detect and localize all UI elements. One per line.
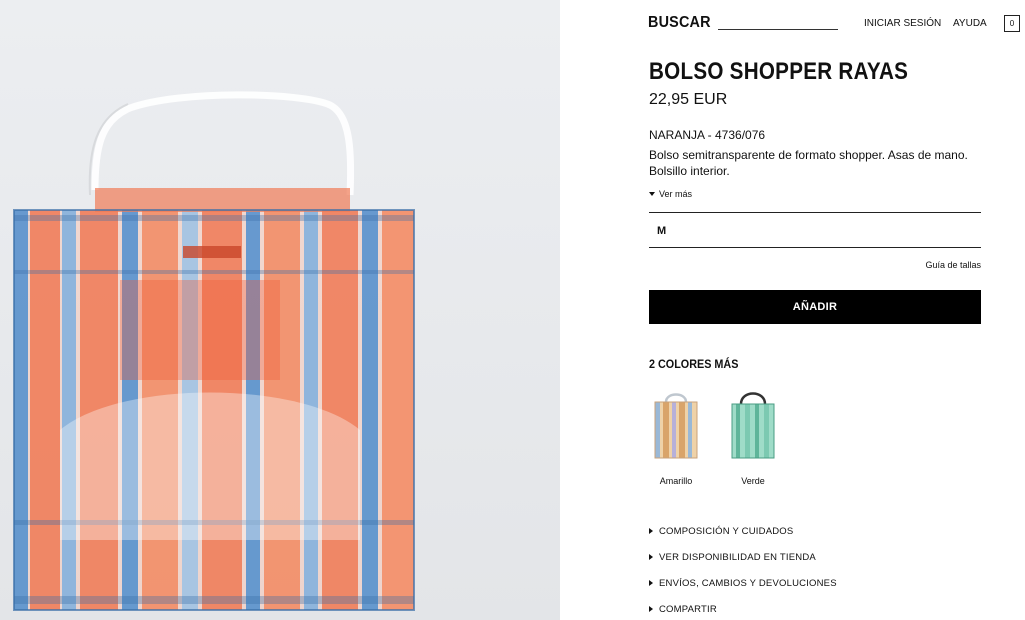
- caret-right-icon: [649, 554, 653, 560]
- amarillo-bag-thumbnail: [654, 393, 698, 459]
- search-button[interactable]: BUSCAR: [648, 14, 711, 32]
- color-label-verde: Verde: [741, 476, 765, 486]
- search-input[interactable]: [718, 29, 838, 30]
- accordion-label: VER DISPONIBILIDAD EN TIENDA: [659, 552, 816, 563]
- product-title: BOLSO SHOPPER RAYAS: [649, 58, 909, 85]
- color-swatch-amarillo[interactable]: Amarillo: [646, 388, 706, 486]
- product-color-reference: NARANJA - 4736/076: [649, 128, 766, 142]
- accordion-label: COMPARTIR: [659, 604, 717, 615]
- add-to-cart-button[interactable]: AÑADIR: [649, 290, 981, 324]
- product-description: Bolso semitransparente de formato shoppe…: [649, 148, 968, 178]
- product-detail-panel: BUSCAR INICIAR SESIÓN AYUDA 0 BOLSO SHOP…: [560, 0, 1025, 620]
- more-colors-heading: 2 COLORES MÁS: [649, 357, 739, 371]
- accordion-store-availability[interactable]: VER DISPONIBILIDAD EN TIENDA: [649, 552, 816, 563]
- login-link[interactable]: INICIAR SESIÓN: [864, 18, 941, 29]
- size-selector[interactable]: M: [649, 212, 981, 248]
- color-swatch-verde[interactable]: Verde: [723, 388, 783, 486]
- accordion-label: COMPOSICIÓN Y CUIDADOS: [659, 526, 794, 537]
- accordion-label: ENVÍOS, CAMBIOS Y DEVOLUCIONES: [659, 578, 837, 589]
- product-price: 22,95 EUR: [649, 91, 728, 108]
- see-more-label: Ver más: [659, 189, 693, 199]
- caret-right-icon: [649, 580, 653, 586]
- product-image: [0, 0, 560, 620]
- accordion-composition[interactable]: COMPOSICIÓN Y CUIDADOS: [649, 526, 793, 537]
- caret-right-icon: [649, 528, 653, 534]
- see-more-toggle[interactable]: Ver más: [649, 189, 692, 199]
- help-link[interactable]: AYUDA: [953, 18, 987, 29]
- top-bar: BUSCAR INICIAR SESIÓN AYUDA 0: [648, 14, 1020, 34]
- selected-size: M: [657, 225, 667, 237]
- verde-bag-thumbnail: [731, 392, 775, 459]
- color-label-amarillo: Amarillo: [659, 476, 693, 486]
- caret-down-icon: [649, 192, 655, 196]
- caret-right-icon: [649, 606, 653, 612]
- cart-count: 0: [1009, 19, 1015, 28]
- size-guide-link[interactable]: Guía de tallas: [925, 260, 981, 270]
- accordion-shipping-returns[interactable]: ENVÍOS, CAMBIOS Y DEVOLUCIONES: [649, 578, 837, 589]
- striped-bag-illustration: [0, 0, 560, 620]
- accordion-share[interactable]: COMPARTIR: [649, 604, 717, 615]
- cart-icon[interactable]: 0: [1004, 15, 1020, 32]
